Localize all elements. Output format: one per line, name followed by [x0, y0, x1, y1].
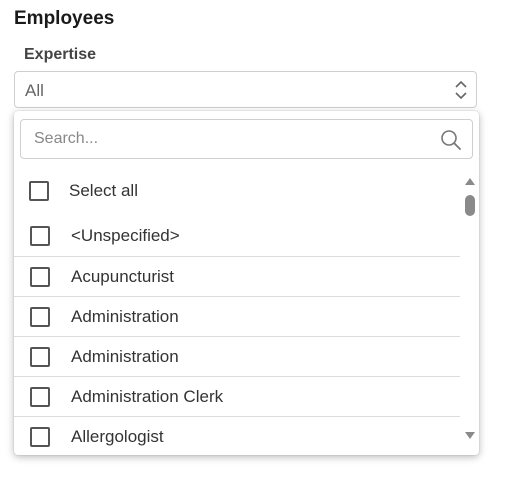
- option-checkbox[interactable]: [30, 266, 50, 287]
- scroll-thumb[interactable]: [465, 195, 475, 216]
- search-input[interactable]: [22, 121, 432, 157]
- page: Employees Expertise All Select all <Unsp…: [0, 0, 509, 495]
- search-icon[interactable]: [440, 129, 462, 151]
- option-checkbox[interactable]: [30, 346, 50, 367]
- options-list: Select all <Unspecified> Acupuncturist A…: [14, 171, 460, 455]
- select-all-label: Select all: [69, 181, 138, 200]
- select-all-checkbox[interactable]: [29, 181, 49, 201]
- option-label: <Unspecified>: [71, 226, 180, 245]
- section-title: Employees: [14, 8, 115, 29]
- list-item[interactable]: Administration Clerk: [14, 376, 460, 416]
- expertise-label: Expertise: [24, 46, 97, 63]
- expertise-dropdown: Select all <Unspecified> Acupuncturist A…: [14, 111, 479, 455]
- select-all-option[interactable]: Select all: [14, 171, 460, 211]
- option-label: Allergologist: [71, 426, 164, 446]
- option-checkbox[interactable]: [30, 306, 50, 327]
- option-label: Acupuncturist: [71, 266, 174, 286]
- scroll-up-arrow-icon[interactable]: [464, 176, 476, 186]
- option-label: Administration Clerk: [71, 386, 224, 406]
- option-label: Administration: [71, 306, 179, 326]
- list-item[interactable]: Acupuncturist: [14, 256, 460, 296]
- list-scrollbar[interactable]: [460, 171, 479, 455]
- select-value: All: [25, 81, 44, 100]
- list-item[interactable]: <Unspecified>: [14, 216, 460, 256]
- option-checkbox[interactable]: [30, 426, 50, 447]
- list-item[interactable]: Administration: [14, 336, 460, 376]
- chevron-updown-icon: [455, 80, 467, 100]
- option-checkbox[interactable]: [30, 386, 50, 407]
- expertise-select[interactable]: All: [14, 71, 477, 108]
- option-checkbox[interactable]: [30, 226, 50, 246]
- scroll-down-arrow-icon[interactable]: [464, 431, 476, 441]
- list-item[interactable]: Administration: [14, 296, 460, 336]
- search-box: [20, 119, 473, 159]
- list-item[interactable]: Allergologist: [14, 416, 460, 455]
- option-label: Administration: [71, 346, 179, 366]
